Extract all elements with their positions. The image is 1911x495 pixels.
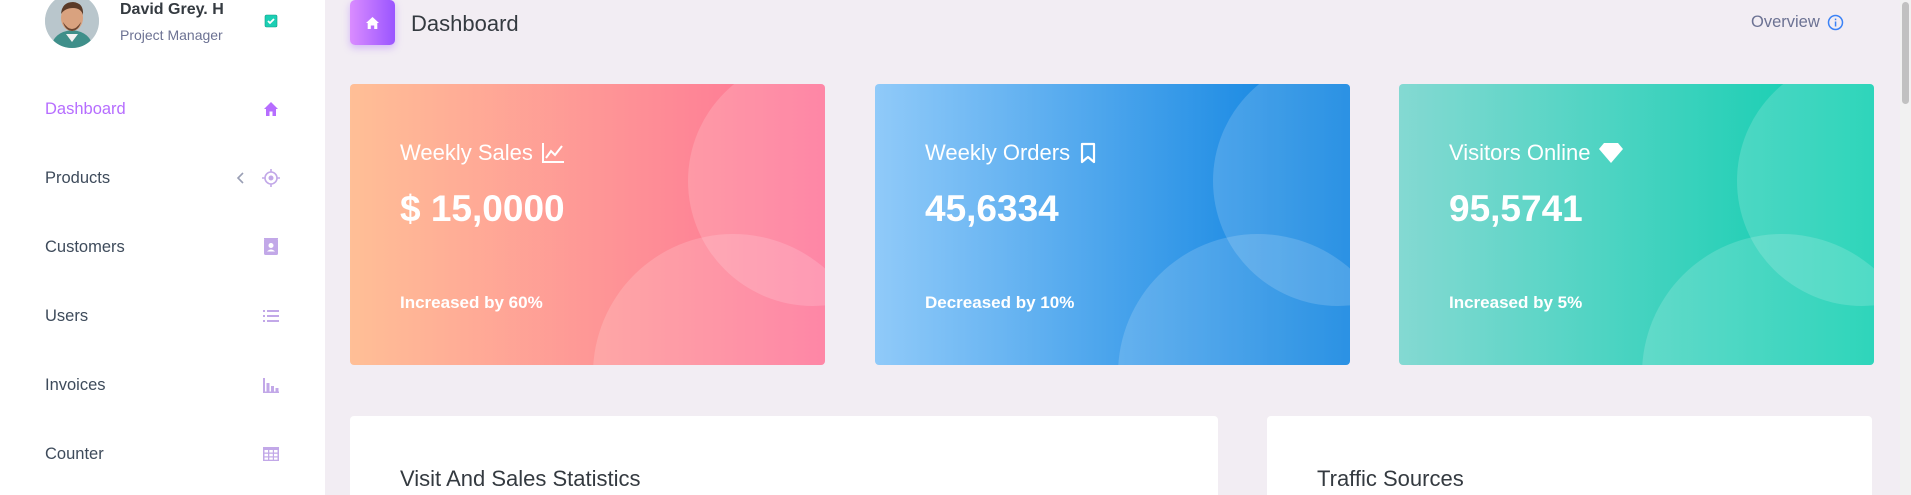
user-profile[interactable]: David Grey. H Project Manager bbox=[45, 0, 315, 50]
card-footer: Increased by 5% bbox=[1449, 293, 1583, 312]
card-footer: Decreased by 10% bbox=[925, 293, 1075, 312]
sidebar-item-label: Counter bbox=[45, 444, 104, 463]
page-header: Dashboard Overview bbox=[350, 0, 1850, 46]
sidebar-item-customers[interactable]: Customers bbox=[45, 229, 285, 265]
card-value: 95,5741 bbox=[1449, 188, 1583, 229]
weekly-orders-card: Weekly Orders 45,6334 Decreased by 10% bbox=[875, 84, 1350, 365]
visitors-online-card: Visitors Online 95,5741 Increased by 5% bbox=[1399, 84, 1874, 365]
traffic-sources-panel: Traffic Sources bbox=[1267, 416, 1872, 495]
card-title-label: Visitors Online bbox=[1449, 140, 1591, 165]
visit-sales-statistics-panel: Visit And Sales Statistics bbox=[350, 416, 1218, 495]
sidebar-item-label: Products bbox=[45, 168, 111, 187]
sidebar: David Grey. H Project Manager Dashboard … bbox=[0, 0, 325, 495]
crosshair-icon bbox=[261, 168, 281, 188]
sidebar-item-dashboard[interactable]: Dashboard bbox=[45, 91, 285, 127]
panel-title: Traffic Sources bbox=[1317, 466, 1464, 491]
panel-title: Visit And Sales Statistics bbox=[400, 466, 641, 491]
grid-table-icon bbox=[261, 444, 281, 464]
decorative-circle bbox=[593, 234, 825, 365]
avatar bbox=[45, 0, 99, 48]
chevron-left-icon bbox=[235, 170, 247, 186]
decorative-circle bbox=[1118, 234, 1350, 365]
card-title-label: Weekly Sales bbox=[400, 140, 533, 165]
card-title: Weekly Sales bbox=[400, 140, 565, 166]
diamond-icon bbox=[1599, 143, 1624, 163]
info-circle-icon bbox=[1827, 14, 1844, 31]
sidebar-item-invoices[interactable]: Invoices bbox=[45, 367, 285, 403]
weekly-sales-card: Weekly Sales $ 15,0000 Increased by 60% bbox=[350, 84, 825, 365]
chart-line-icon bbox=[541, 143, 564, 163]
sidebar-item-counter[interactable]: Counter bbox=[45, 436, 285, 472]
card-value: 45,6334 bbox=[925, 188, 1059, 229]
bar-chart-icon bbox=[261, 375, 281, 395]
sidebar-item-label: Customers bbox=[45, 237, 125, 256]
list-icon bbox=[261, 306, 281, 326]
home-icon bbox=[350, 0, 395, 45]
card-title: Weekly Orders bbox=[925, 140, 1098, 166]
decorative-circle bbox=[1642, 234, 1874, 365]
check-badge-icon bbox=[263, 13, 279, 29]
overview-label: Overview bbox=[1751, 13, 1820, 31]
page-scrollbar[interactable] bbox=[1900, 0, 1911, 495]
scrollbar-thumb[interactable] bbox=[1902, 2, 1909, 104]
bookmark-icon bbox=[1080, 142, 1096, 164]
card-title-label: Weekly Orders bbox=[925, 140, 1071, 165]
sidebar-item-label: Users bbox=[45, 306, 89, 325]
overview-link[interactable]: Overview bbox=[1751, 13, 1844, 32]
card-footer: Increased by 60% bbox=[400, 293, 543, 312]
home-icon bbox=[261, 99, 281, 119]
card-title: Visitors Online bbox=[1449, 140, 1624, 166]
contacts-icon bbox=[261, 237, 281, 257]
sidebar-item-label: Dashboard bbox=[45, 99, 126, 118]
page-title: Dashboard bbox=[411, 11, 519, 36]
profile-role: Project Manager bbox=[120, 27, 223, 43]
sidebar-item-users[interactable]: Users bbox=[45, 298, 285, 334]
card-value: $ 15,0000 bbox=[400, 188, 565, 229]
profile-name: David Grey. H bbox=[120, 1, 224, 18]
sidebar-item-products[interactable]: Products bbox=[45, 160, 285, 196]
sidebar-item-label: Invoices bbox=[45, 375, 106, 394]
